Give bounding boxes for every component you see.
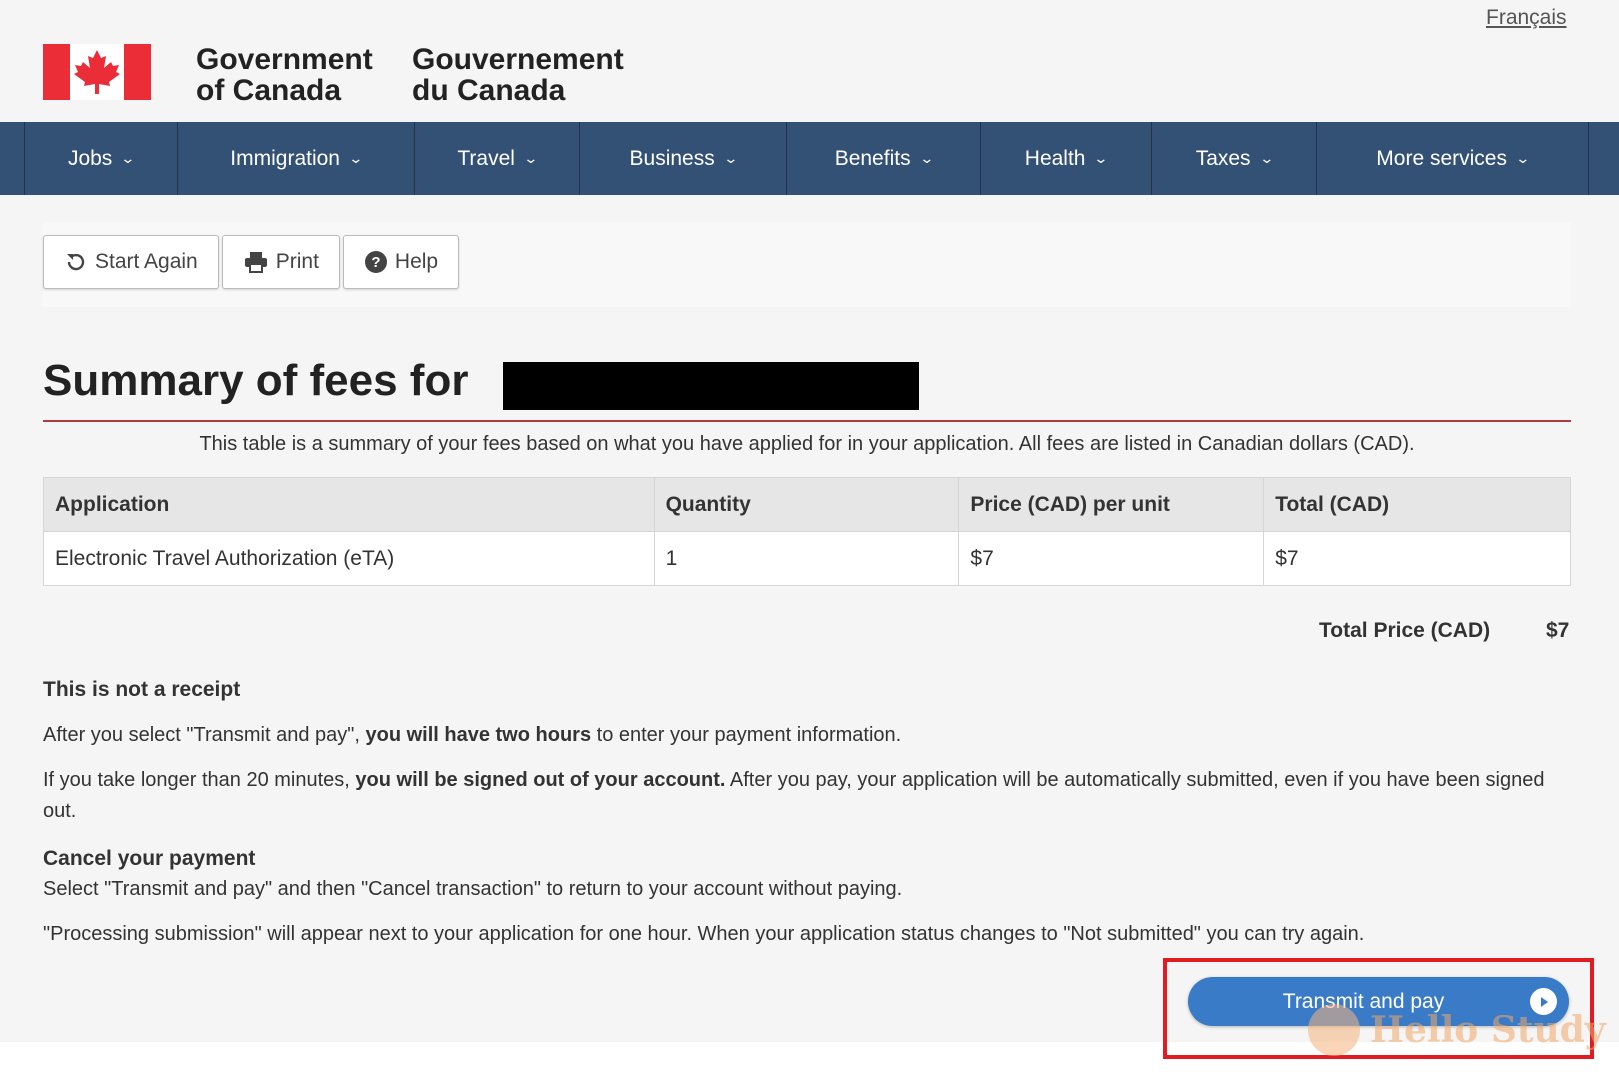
chevron-down-icon: ⌄ xyxy=(348,150,364,166)
unit-price-cell: $7 xyxy=(958,531,1265,586)
column-header: Price (CAD) per unit xyxy=(958,477,1265,532)
nav-item-jobs[interactable]: Jobs ⌄ xyxy=(24,122,177,195)
total-cell: $7 xyxy=(1263,531,1571,586)
main-menu: Jobs ⌄ Immigration ⌄ Travel ⌄ Business ⌄ Ben… xyxy=(0,122,1619,195)
table-header-row: Application Quantity Price (CAD) per uni… xyxy=(43,477,1571,532)
signature-french: Gouvernement du Canada xyxy=(412,43,624,107)
watermark-text: Hello Study xyxy=(1370,1009,1606,1051)
text-span: to enter your payment information. xyxy=(591,724,902,746)
start-again-label: Start Again xyxy=(95,250,198,273)
svg-text:?: ? xyxy=(371,254,380,271)
redaction-block xyxy=(503,362,919,410)
cancel-payment-heading: Cancel your payment xyxy=(43,847,256,870)
quantity-cell: 1 xyxy=(653,531,960,586)
help-button[interactable]: ? Help xyxy=(342,235,460,289)
column-header: Quantity xyxy=(653,477,960,532)
emphasis-text: you will be signed out of your account. xyxy=(355,769,726,791)
signature-english: Government of Canada xyxy=(196,43,373,107)
nav-label: Travel xyxy=(457,146,515,170)
signout-paragraph: If you take longer than 20 minutes, you … xyxy=(43,765,1563,827)
hello-study-logo-icon xyxy=(1308,1004,1360,1056)
refresh-icon xyxy=(64,250,88,274)
chevron-down-icon: ⌄ xyxy=(918,150,935,166)
cancel-instructions-paragraph: Select "Transmit and pay" and then "Canc… xyxy=(43,878,903,900)
toolbar-button-group: Start Again Print ? Help xyxy=(43,235,462,289)
total-price-label: Total Price (CAD) xyxy=(1319,619,1491,642)
nav-spacer xyxy=(1588,122,1619,195)
canada-flag-icon xyxy=(43,44,151,100)
nav-item-more-services[interactable]: More services ⌄ xyxy=(1316,122,1588,195)
nav-item-health[interactable]: Health ⌄ xyxy=(980,122,1151,195)
nav-label: Benefits xyxy=(834,146,911,170)
text-span: After you select "Transmit and pay", xyxy=(43,724,366,746)
column-header: Total (CAD) xyxy=(1263,477,1571,532)
chevron-down-icon: ⌄ xyxy=(1258,150,1275,166)
page-title: Summary of fees for xyxy=(43,356,469,405)
francais-link[interactable]: Français xyxy=(1486,6,1567,30)
table-intro-text: This table is a summary of your fees bas… xyxy=(199,433,1415,455)
print-label: Print xyxy=(275,250,319,273)
column-header: Application xyxy=(43,477,655,532)
nav-item-taxes[interactable]: Taxes ⌄ xyxy=(1151,122,1316,195)
nav-label: Business xyxy=(629,146,715,170)
chevron-down-icon: ⌄ xyxy=(523,150,539,166)
nav-label: Immigration xyxy=(230,146,340,170)
nav-item-benefits[interactable]: Benefits ⌄ xyxy=(786,122,980,195)
nav-item-travel[interactable]: Travel ⌄ xyxy=(414,122,579,195)
nav-label: Jobs xyxy=(67,146,113,170)
government-signature[interactable]: Government of Canada Gouvernement du Can… xyxy=(43,44,624,106)
watermark: Hello Study xyxy=(1308,1004,1606,1056)
nav-item-business[interactable]: Business ⌄ xyxy=(579,122,786,195)
payment-time-paragraph: After you select "Transmit and pay", you… xyxy=(43,720,1563,751)
help-label: Help xyxy=(394,250,439,273)
chevron-down-icon: ⌄ xyxy=(722,150,739,166)
processing-submission-paragraph: "Processing submission" will appear next… xyxy=(43,923,1365,945)
table-row: Electronic Travel Authorization (eTA) 1 … xyxy=(43,531,1571,586)
total-price-value: $7 xyxy=(1546,619,1570,642)
nav-label: More services xyxy=(1376,146,1507,170)
chevron-down-icon: ⌄ xyxy=(1515,150,1531,166)
start-again-button[interactable]: Start Again xyxy=(43,235,219,289)
emphasis-text: you will have two hours xyxy=(365,724,592,746)
toolbar: Start Again Print ? Help xyxy=(43,222,1571,307)
application-cell: Electronic Travel Authorization (eTA) xyxy=(43,531,655,586)
title-divider xyxy=(43,420,1571,422)
nav-label: Health xyxy=(1024,146,1086,170)
chevron-down-icon: ⌄ xyxy=(1093,150,1109,166)
not-receipt-heading: This is not a receipt xyxy=(43,678,241,701)
text-span: If you take longer than 20 minutes, xyxy=(43,769,356,791)
nav-label: Taxes xyxy=(1195,146,1251,170)
fees-table: Application Quantity Price (CAD) per uni… xyxy=(43,477,1571,586)
print-button[interactable]: Print xyxy=(221,235,340,289)
printer-icon xyxy=(243,250,269,274)
nav-item-immigration[interactable]: Immigration ⌄ xyxy=(177,122,414,195)
question-circle-icon: ? xyxy=(364,250,388,274)
chevron-down-icon: ⌄ xyxy=(120,150,136,166)
